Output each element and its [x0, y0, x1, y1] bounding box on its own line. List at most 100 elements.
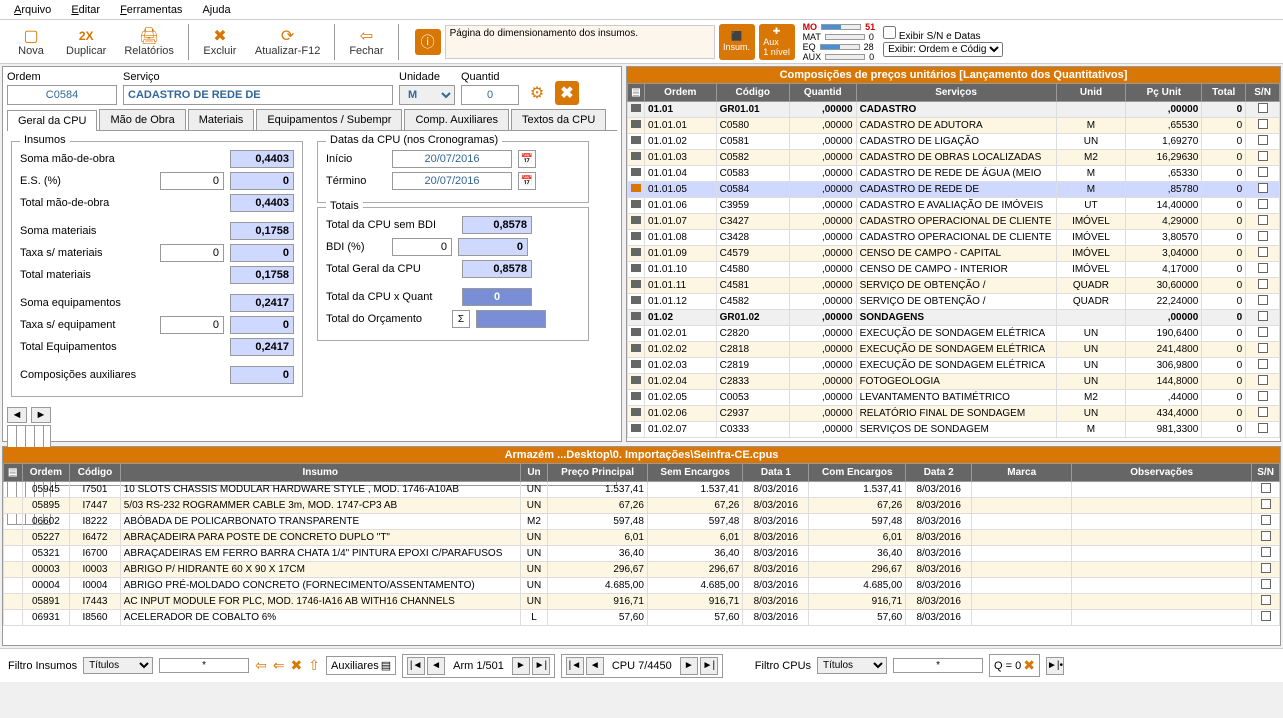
nav-first-button[interactable]: |◄ — [566, 657, 584, 675]
cpu-counter: CPU 7/4450 — [606, 660, 678, 672]
menu-ferramentas[interactable]: Ferramentas — [112, 2, 190, 18]
quant-input[interactable] — [461, 85, 519, 105]
table-row[interactable]: 05227I6472ABRAÇADEIRA PARA POSTE DE CONC… — [4, 530, 1280, 546]
relatorios-button[interactable]: 🖨Relatórios — [116, 25, 182, 59]
table-row[interactable]: 05945I750110 SLOTS CHASSIS MODULAR HARDW… — [4, 482, 1280, 498]
tab-materiais[interactable]: Materiais — [188, 109, 255, 130]
duplicate-icon: 2X — [79, 27, 94, 45]
insumos-group: Insumos Soma mão-de-obra E.S. (%) Total … — [11, 141, 303, 397]
nova-button[interactable]: ▢Nova — [6, 25, 56, 59]
info-text: Página do dimensionamento dos insumos. — [445, 25, 715, 59]
table-row[interactable]: 01.01GR01.01,00000 CADASTRO,00000 0 — [628, 102, 1280, 118]
back2-icon[interactable]: ⇐ — [273, 657, 285, 674]
nav-last-button[interactable]: ►| — [700, 657, 718, 675]
tab-equipamentos[interactable]: Equipamentos / Subempr — [256, 109, 402, 130]
termino-input[interactable] — [392, 172, 512, 190]
table-row[interactable]: 01.02.04C2833,00000 FOTOGEOLOGIAUN144,80… — [628, 374, 1280, 390]
excluir-button[interactable]: ✖Excluir — [195, 25, 245, 59]
inicio-input[interactable] — [392, 150, 512, 168]
table-row[interactable]: 05321I6700ABRAÇADEIRAS EM FERRO BARRA CH… — [4, 546, 1280, 562]
table-row[interactable]: 01.01.01C0580,00000 CADASTRO DE ADUTORAM… — [628, 118, 1280, 134]
scroll-right-button[interactable]: ► — [31, 407, 51, 423]
table-row[interactable]: 01.01.08C3428,00000 CADASTRO OPERACIONAL… — [628, 230, 1280, 246]
ordem-input[interactable] — [7, 85, 117, 105]
table-row[interactable]: 00004I0004ABRIGO PRÉ-MOLDADO CONCRETO (F… — [4, 578, 1280, 594]
table-row[interactable]: 01.01.10C4580,00000 CENSO DE CAMPO - INT… — [628, 262, 1280, 278]
scroll-left-button[interactable]: ◄ — [7, 407, 27, 423]
col-select[interactable]: ▤ — [628, 84, 645, 102]
total-eq-value — [230, 338, 294, 356]
filtro-cpus-input[interactable] — [893, 658, 983, 673]
exibir-select[interactable]: Exibir: Ordem e Código — [883, 42, 1003, 57]
filtro-cpus-select[interactable]: Títulos — [817, 657, 887, 674]
table-row[interactable]: 01.02.03C2819,00000 EXECUÇÃO DE SONDAGEM… — [628, 358, 1280, 374]
servico-input[interactable] — [123, 85, 393, 105]
menu-editar[interactable]: Editar — [63, 2, 108, 18]
nav-last-button[interactable]: ►| — [532, 657, 550, 675]
table-row[interactable]: 01.02.06C2937,00000 RELATÓRIO FINAL DE S… — [628, 406, 1280, 422]
bt-title: Armazém ...Desktop\0. Importações\Seinfr… — [3, 447, 1280, 463]
x-button[interactable]: ✖ — [555, 81, 579, 105]
table-row[interactable]: 01.01.05C0584,00000 CADASTRO DE REDE DEM… — [628, 182, 1280, 198]
table-row[interactable]: 01.01.04C0583,00000 CADASTRO DE REDE DE … — [628, 166, 1280, 182]
table-row[interactable]: 01.01.07C3427,00000 CADASTRO OPERACIONAL… — [628, 214, 1280, 230]
exibir-sn-checkbox[interactable]: Exibir S/N e Datas — [883, 31, 980, 42]
table-row[interactable]: 01.01.12C4582,00000 SERVIÇO DE OBTENÇÃO … — [628, 294, 1280, 310]
table-row[interactable]: 01.01.06C3959,00000 CADASTRO E AVALIAÇÃO… — [628, 198, 1280, 214]
table-row[interactable]: 01.01.02C0581,00000 CADASTRO DE LIGAÇÃOU… — [628, 134, 1280, 150]
calendar-icon[interactable]: 📅 — [518, 172, 536, 190]
filtro-insumos-input[interactable] — [159, 658, 249, 673]
table-row[interactable]: 01.02.05C0053,00000 LEVANTAMENTO BATIMÉT… — [628, 390, 1280, 406]
table-row[interactable]: 01.01.11C4581,00000 SERVIÇO DE OBTENÇÃO … — [628, 278, 1280, 294]
col-select[interactable]: ▤ — [4, 464, 23, 482]
es-pct-input[interactable] — [160, 172, 224, 190]
bdi-pct-input[interactable] — [392, 238, 452, 256]
nav-prev-button[interactable]: ◄ — [427, 657, 445, 675]
table-row[interactable]: 01.02.07C0333,00000 SERVIÇOS DE SONDAGEM… — [628, 422, 1280, 438]
menu-arquivo[interactable]: AArquivorquivo — [6, 2, 59, 18]
goto-button[interactable]: ►|• — [1046, 657, 1064, 675]
calendar-icon[interactable]: 📅 — [518, 150, 536, 168]
q0-button[interactable]: Q = 0 ✖ — [989, 654, 1040, 677]
back-icon[interactable]: ⇦ — [255, 657, 267, 674]
atualizar-button[interactable]: ⟳Atualizar-F12 — [247, 25, 328, 59]
gear-button[interactable]: ⚙ — [525, 81, 549, 105]
tab-comp[interactable]: Comp. Auxiliares — [404, 109, 509, 130]
total-geral-value — [462, 260, 532, 278]
nav-next-button[interactable]: ► — [512, 657, 530, 675]
taxa-mat-pct-input[interactable] — [160, 244, 224, 262]
table-row[interactable]: 01.01.09C4579,00000 CENSO DE CAMPO - CAP… — [628, 246, 1280, 262]
fechar-button[interactable]: ⇦Fechar — [341, 25, 391, 59]
nav-first-button[interactable]: |◄ — [407, 657, 425, 675]
table-row[interactable]: 01.02.01C2820,00000 EXECUÇÃO DE SONDAGEM… — [628, 326, 1280, 342]
up-icon[interactable]: ⇧ — [308, 657, 320, 674]
table-row[interactable]: 06931I8560ACELERADOR DE COBALTO 6% L57,6… — [4, 610, 1280, 626]
filtro-insumos-select[interactable]: Títulos — [83, 657, 153, 674]
table-row[interactable]: 01.02GR01.02,00000 SONDAGENS,00000 0 — [628, 310, 1280, 326]
table-row[interactable]: 01.01.03C0582,00000 CADASTRO DE OBRAS LO… — [628, 150, 1280, 166]
tab-geral[interactable]: Geral da CPU — [7, 110, 97, 131]
tab-mao[interactable]: Mão de Obra — [99, 109, 185, 130]
auxiliares-button[interactable]: Auxiliares ▤ — [326, 656, 396, 675]
table-row[interactable]: 05891I7443AC INPUT MODULE FOR PLC, MOD. … — [4, 594, 1280, 610]
menu-ajuda[interactable]: Ajuda — [194, 2, 238, 18]
rp-table[interactable]: ▤ Ordem Código Quantid Serviços Unid Pç … — [627, 83, 1280, 441]
duplicar-button[interactable]: 2XDuplicar — [58, 25, 114, 59]
nav-prev-button[interactable]: ◄ — [586, 657, 604, 675]
x-icon[interactable]: ✖ — [291, 657, 303, 674]
unidade-select[interactable]: M — [399, 85, 455, 105]
nav-next-button[interactable]: ► — [680, 657, 698, 675]
menu-bar: AArquivorquivo Editar Ferramentas Ajuda — [0, 0, 1283, 20]
table-row[interactable]: 00003I0003ABRIGO P/ HIDRANTE 60 X 90 X 1… — [4, 562, 1280, 578]
aux-button[interactable]: ✚Aux1 nível — [759, 24, 795, 60]
taxa-mat-value — [230, 244, 294, 262]
table-row[interactable]: 01.02.02C2818,00000 EXECUÇÃO DE SONDAGEM… — [628, 342, 1280, 358]
table-row[interactable]: 06602I8222ABÓBADA DE POLICARBONATO TRANS… — [4, 514, 1280, 530]
total-mat-value — [230, 266, 294, 284]
insum-button[interactable]: ⬛Insum. — [719, 24, 755, 60]
tab-textos[interactable]: Textos da CPU — [511, 109, 606, 130]
bt-table[interactable]: ▤ Ordem Código Insumo Un Preço Principal… — [3, 463, 1280, 645]
sum-button[interactable]: Σ — [452, 310, 470, 328]
table-row[interactable]: 05895I74475/03 RS-232 ROGRAMMER CABLE 3m… — [4, 498, 1280, 514]
taxa-eq-pct-input[interactable] — [160, 316, 224, 334]
